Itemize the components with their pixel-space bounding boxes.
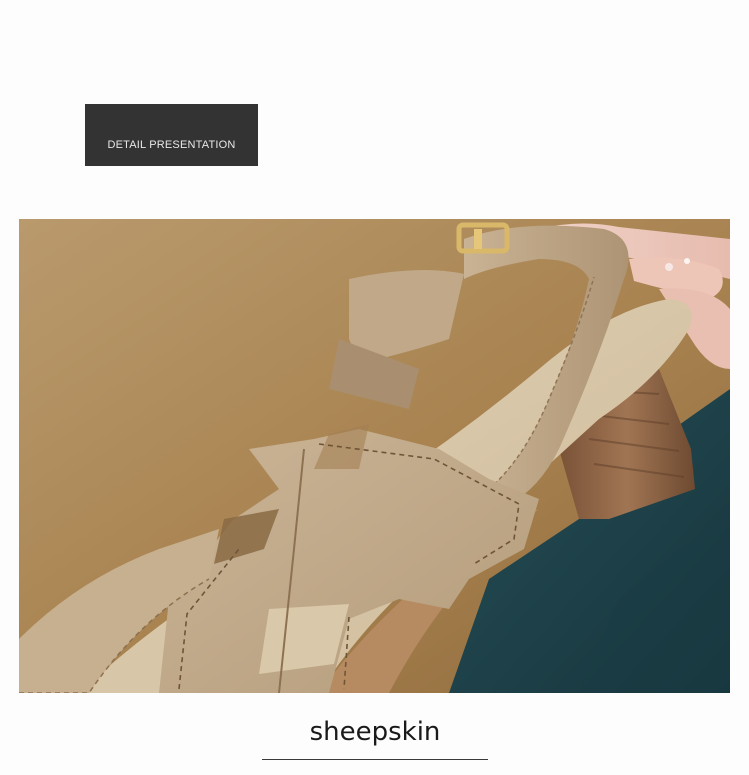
- caption-text: sheepskin: [309, 717, 441, 747]
- detail-presentation-badge: DETAIL PRESENTATION: [85, 104, 258, 166]
- badge-label: DETAIL PRESENTATION: [107, 139, 236, 151]
- caption-underline: [262, 759, 488, 760]
- product-photo: [19, 219, 730, 693]
- caption: sheepskin: [262, 712, 488, 760]
